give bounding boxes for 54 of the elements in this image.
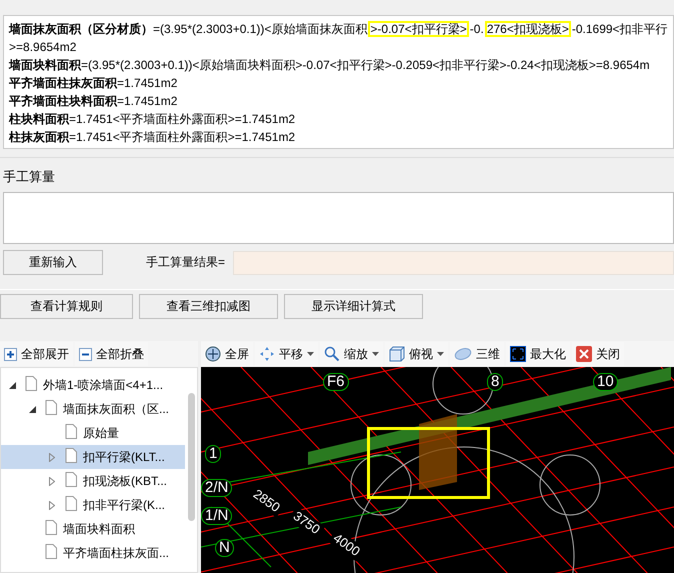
formula-line: 墙面抹灰面积（区分材质）=(3.95*(2.3003+0.1))<原始墙面抹灰面积 >-0.07<扣平行梁> -0. 276<扣现浇板> -0.1699<扣非平行 [9, 20, 669, 38]
collapsed-arrow-icon[interactable] [49, 500, 55, 510]
formula-line: 平齐墙面柱块料面积=1.7451m2 [9, 93, 178, 110]
tree-item[interactable]: 墙面抹灰面积（区... [1, 397, 185, 421]
tree-item-label: 扣现浇板(KBT... [83, 472, 168, 490]
tree-item-label: 平齐墙面柱抹灰面... [63, 544, 170, 562]
minus-icon [79, 348, 92, 360]
tree-item[interactable]: 墙面块料面积 [1, 517, 185, 541]
tree-item[interactable]: 外墙1-喷涂墙面<4+1... [1, 373, 185, 397]
tree-item-label: 扣非平行梁(K... [83, 496, 166, 514]
reenter-button[interactable]: 重新输入 [3, 250, 103, 275]
cube-icon [389, 346, 405, 362]
tree-item-label: 墙面块料面积 [63, 520, 135, 538]
formula-line: 墙面块料面积=(3.95*(2.3003+0.1))<原始墙面块料面积>-0.07<扣平行梁>-0.2059<扣非平行梁>-0.24<扣现浇板>=8.9654m [9, 57, 651, 74]
tree-item[interactable]: 扣非平行梁(K... [1, 493, 185, 517]
move-arrows-icon [259, 346, 275, 362]
collapsed-arrow-icon[interactable] [49, 476, 55, 486]
axis-label: 2/N [201, 479, 232, 497]
document-icon [45, 520, 57, 535]
tree-item-label: 外墙1-喷涂墙面<4+1... [43, 376, 164, 394]
plus-icon [4, 348, 17, 360]
search-icon [324, 346, 340, 362]
expanded-arrow-icon[interactable] [8, 382, 16, 388]
cad-drawing[interactable] [201, 367, 674, 573]
close-icon [576, 346, 592, 362]
document-icon [65, 424, 77, 439]
section-title: 手工算量 [2, 168, 56, 186]
tree-item-label: 墙面抹灰面积（区... [63, 400, 170, 418]
maximize-icon [510, 346, 526, 362]
action-button[interactable]: 显示详细计算式 [284, 294, 423, 319]
action-button[interactable]: 查看计算规则 [0, 294, 133, 319]
axis-label: 1/N [201, 507, 232, 525]
document-icon [45, 400, 57, 415]
tree-item[interactable]: 平齐墙面柱抹灰面... [1, 541, 185, 565]
document-icon [45, 544, 57, 559]
formula-line: 平齐墙面柱抹灰面积=1.7451m2 [9, 75, 178, 92]
tree-item[interactable]: 扣平行梁(KLT... [1, 445, 185, 469]
tree-item[interactable]: 原始量 [1, 421, 185, 445]
formula-line: 柱抹灰面积=1.7451<平齐墙面柱外露面积>=1.7451m2 [9, 129, 296, 146]
ellipse-icon [454, 347, 472, 361]
collapsed-arrow-icon[interactable] [49, 452, 55, 462]
action-button[interactable]: 查看三维扣减图 [139, 294, 278, 319]
document-icon [65, 448, 77, 463]
expanded-arrow-icon[interactable] [28, 406, 36, 412]
document-icon [65, 496, 77, 511]
tree-item[interactable]: 扣现浇板(KBT... [1, 469, 185, 493]
result-label: 手工算量结果= [146, 254, 226, 271]
tree-item-label: 原始量 [83, 424, 119, 442]
manual-input-field[interactable] [3, 192, 674, 244]
document-icon [25, 376, 37, 391]
formula-line: >=8.9654m2 [9, 39, 78, 56]
document-icon [65, 472, 77, 487]
formula-line: 柱块料面积=1.7451<平齐墙面柱外露面积>=1.7451m2 [9, 111, 296, 128]
tree-item-label: 扣平行梁(KLT... [83, 448, 165, 466]
